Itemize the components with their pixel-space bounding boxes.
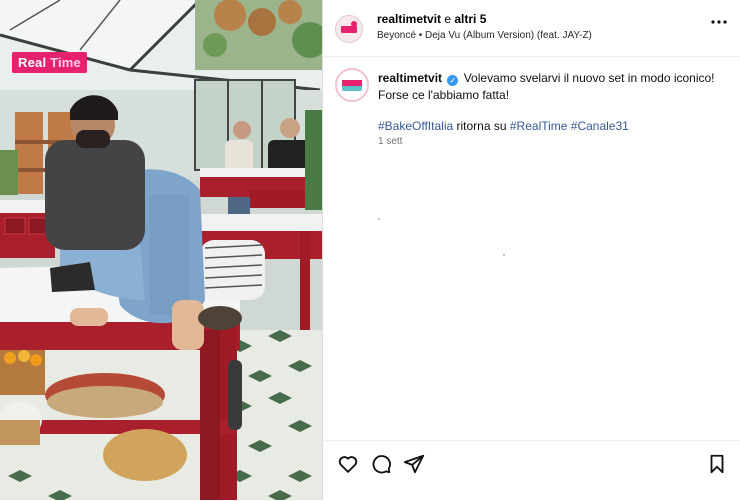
verified-badge-icon: ✓ (447, 75, 459, 86)
caption-username[interactable]: realtimetvit (378, 71, 442, 85)
audio-track[interactable]: Beyoncé • Deja Vu (Album Version) (feat.… (377, 30, 592, 41)
post-caption: realtimetvit ✓ Volevamo svelarvi il nuov… (378, 70, 723, 135)
caption-hashtags: #BakeOffItalia ritorna su #RealTime #Can… (378, 119, 629, 133)
post-viewer: Real Time realtimetvit e altri 5 Beyoncé… (0, 0, 740, 500)
post-timestamp[interactable]: 1 sett (378, 136, 402, 147)
post-author-line: realtimetvit e altri 5 (377, 12, 487, 26)
channel-logo: Real Time (12, 52, 87, 73)
author-username[interactable]: realtimetvit (377, 12, 441, 26)
empty-comment-area (378, 218, 380, 220)
media-scene (0, 0, 322, 500)
more-horizontal-icon (711, 20, 727, 24)
heart-icon[interactable] (337, 453, 359, 475)
hashtag-link[interactable]: #Canale31 (571, 119, 629, 133)
more-options-button[interactable] (710, 13, 728, 36)
caption-author-avatar[interactable] (335, 68, 369, 102)
comment-icon[interactable] (370, 453, 392, 475)
share-icon[interactable] (403, 453, 425, 475)
avatar-logo-icon (337, 70, 367, 100)
author-avatar[interactable] (335, 15, 363, 43)
post-header: realtimetvit e altri 5 Beyoncé • Deja Vu… (323, 0, 740, 57)
post-media[interactable]: Real Time (0, 0, 322, 500)
collaborators-link[interactable]: altri 5 (454, 12, 486, 26)
hashtag-link[interactable]: #BakeOffItalia (378, 119, 453, 133)
bookmark-icon[interactable] (706, 453, 728, 475)
empty-comment-area (503, 254, 505, 256)
hashtag-link[interactable]: #RealTime (510, 119, 568, 133)
post-details-panel: realtimetvit e altri 5 Beyoncé • Deja Vu… (323, 0, 740, 500)
avatar-logo-icon (336, 16, 362, 42)
post-actions-bar (323, 440, 740, 501)
